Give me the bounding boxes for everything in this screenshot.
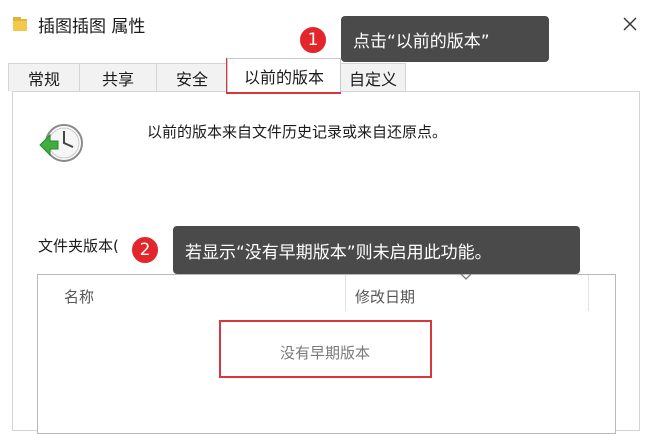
highlight-empty-message: [219, 320, 432, 378]
tab-security[interactable]: 安全: [156, 63, 228, 91]
annotation-tooltip-2: 若显示“没有早期版本”则未启用此功能。: [173, 226, 580, 274]
folder-versions-label: 文件夹版本(: [38, 237, 119, 255]
restore-clock-icon: [39, 124, 83, 162]
column-header-name[interactable]: 名称: [64, 286, 94, 307]
tab-sharing[interactable]: 共享: [79, 63, 157, 91]
tab-previous-versions[interactable]: 以前的版本: [227, 58, 341, 92]
step-badge-1: 1: [298, 25, 328, 55]
tab-strip: 常规 共享 安全 以前的版本 自定义: [0, 58, 651, 92]
column-divider[interactable]: [345, 275, 346, 311]
column-divider[interactable]: [588, 275, 589, 311]
column-header-date-modified[interactable]: 修改日期: [355, 286, 415, 307]
tab-general[interactable]: 常规: [8, 63, 80, 91]
tab-customize[interactable]: 自定义: [340, 63, 406, 91]
close-button[interactable]: [612, 6, 648, 42]
window-title: 插图插图 属性: [38, 17, 146, 37]
close-icon: [623, 17, 637, 31]
step-badge-2: 2: [130, 235, 160, 265]
folder-icon: [13, 17, 27, 31]
annotation-tooltip-1: 点击“以前的版本”: [341, 16, 549, 62]
previous-versions-description: 以前的版本来自文件历史记录或来自还原点。: [147, 123, 448, 141]
